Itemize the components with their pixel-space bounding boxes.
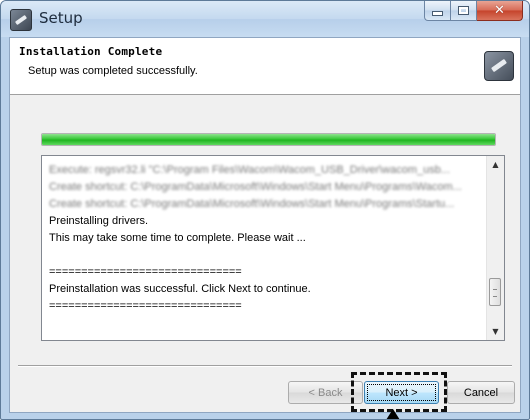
log-line: Execute: regsvr32.li "C:\Program Files\W… (49, 164, 451, 176)
close-button[interactable]: ✕ (477, 1, 523, 21)
progress-bar (41, 133, 496, 146)
wizard-header: Installation Complete Setup was complete… (10, 38, 520, 95)
log-line: Preinstalling drivers. (49, 215, 149, 227)
pointer-arrow-icon (386, 409, 400, 419)
page-title: Installation Complete (19, 45, 163, 58)
minimize-icon (432, 11, 443, 16)
log-line: ============================== (49, 300, 242, 312)
window-title: Setup (39, 9, 83, 27)
divider (18, 365, 512, 367)
page-subtitle: Setup was completed successfully. (28, 65, 198, 77)
cancel-button[interactable]: Cancel (447, 381, 515, 404)
scroll-thumb[interactable] (489, 278, 501, 306)
log-lines: Execute: regsvr32.li "C:\Program Files\W… (49, 162, 479, 315)
log-line: Create shortcut: C:\ProgramData\Microsof… (49, 181, 462, 193)
setup-app-icon (10, 9, 32, 31)
minimize-button[interactable] (424, 1, 451, 21)
install-log[interactable]: Execute: regsvr32.li "C:\Program Files\W… (41, 155, 505, 341)
title-bar[interactable]: Setup ✕ (1, 1, 529, 37)
scroll-down-icon[interactable]: ▼ (487, 323, 504, 340)
log-line: This may take some time to complete. Ple… (49, 232, 306, 244)
window-controls: ✕ (424, 1, 523, 21)
log-line: ============================== (49, 266, 242, 278)
log-line: Preinstallation was successful. Click Ne… (49, 283, 311, 295)
wizard-body: Installation Complete Setup was complete… (9, 37, 521, 419)
log-line: Create shortcut: C:\ProgramData\Microsof… (49, 198, 455, 210)
setup-window: Setup ✕ Installation Complete Setup was … (0, 0, 530, 420)
next-button-highlight (351, 372, 447, 412)
close-icon: ✕ (494, 3, 505, 18)
scroll-up-icon[interactable]: ▲ (487, 156, 504, 173)
installer-icon (484, 51, 514, 81)
log-scrollbar[interactable]: ▲ ▼ (486, 156, 504, 340)
maximize-button[interactable] (451, 1, 477, 21)
progress-fill (42, 134, 495, 145)
maximize-icon (458, 6, 469, 15)
